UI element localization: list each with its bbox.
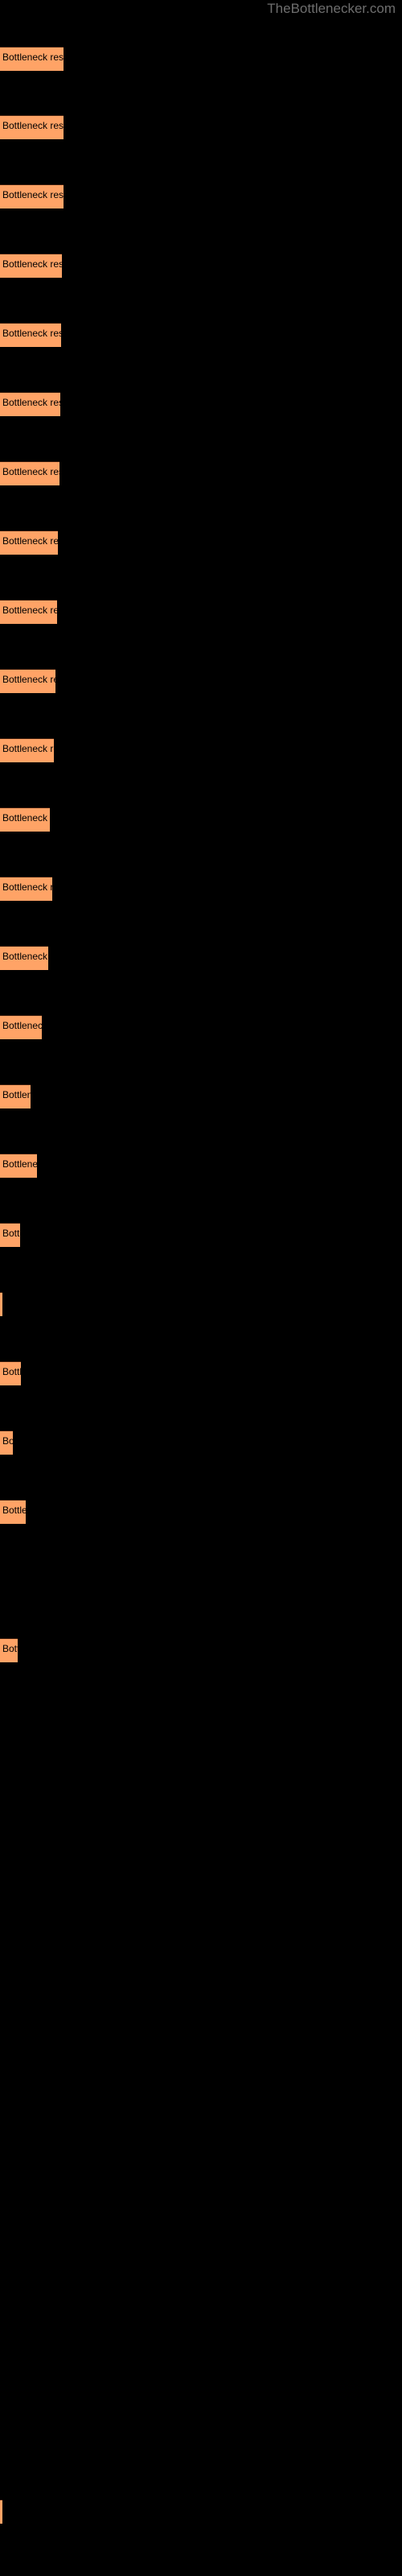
bar-label: Bottleneck result: [2, 674, 55, 685]
bar-24[interactable]: Bottleneck result: [0, 1638, 18, 1662]
bar-2[interactable]: Bottleneck result: [0, 115, 64, 139]
bar-label: Bottleneck result: [2, 951, 48, 962]
bar-13[interactable]: Bottleneck result: [0, 877, 52, 901]
bar-5[interactable]: Bottleneck result: [0, 323, 61, 347]
bar-19[interactable]: Bottleneck result: [0, 1292, 2, 1316]
bar-label: Bottleneck result: [2, 535, 58, 547]
bottleneck-bar-chart: Bottleneck result Bottleneck result Bottle…: [0, 0, 402, 2576]
bar-4[interactable]: Bottleneck result: [0, 254, 62, 278]
bar-label: Bottleneck result: [2, 1643, 18, 1654]
bar-12[interactable]: Bottleneck result: [0, 807, 50, 832]
bar-label: Bottleneck result: [2, 189, 64, 200]
bar-label: Bottleneck result: [2, 1158, 37, 1170]
bar-label: Bottleneck result: [2, 1228, 20, 1239]
bar-17[interactable]: Bottleneck result: [0, 1154, 37, 1178]
bar-label: Bottleneck result: [2, 1366, 21, 1377]
bar-14[interactable]: Bottleneck result: [0, 946, 48, 970]
bar-label: Bottleneck result: [2, 258, 62, 270]
bar-15[interactable]: Bottleneck result: [0, 1015, 42, 1039]
bar-7[interactable]: Bottleneck result: [0, 461, 59, 485]
bar-label: Bottleneck result: [2, 812, 50, 824]
bar-10[interactable]: Bottleneck result: [0, 669, 55, 693]
bar-20[interactable]: Bottleneck result: [0, 1361, 21, 1385]
bar-11[interactable]: Bottleneck result: [0, 738, 54, 762]
bar-21[interactable]: Bottleneck result: [0, 1430, 13, 1455]
bar-8[interactable]: Bottleneck result: [0, 530, 58, 555]
bar-1[interactable]: Bottleneck result: [0, 47, 64, 71]
bar-label: Bottleneck result: [2, 881, 52, 893]
bar-label: Bottleneck result: [2, 743, 54, 754]
bar-22[interactable]: Bottleneck result: [0, 1500, 26, 1524]
bar-label: Bottleneck result: [2, 328, 61, 339]
bar-6[interactable]: Bottleneck result: [0, 392, 60, 416]
bar-label: Bottleneck result: [2, 466, 59, 477]
bar-3[interactable]: Bottleneck result: [0, 184, 64, 208]
bar-label: Bottleneck result: [2, 1435, 13, 1447]
bar-16[interactable]: Bottleneck result: [0, 1084, 31, 1108]
bar-18[interactable]: Bottleneck result: [0, 1223, 20, 1247]
bar-25[interactable]: Bottleneck result: [0, 2500, 2, 2524]
bar-label: Bottleneck result: [2, 605, 57, 616]
bar-label: Bottleneck result: [2, 1089, 31, 1100]
bar-9[interactable]: Bottleneck result: [0, 600, 57, 624]
bar-label: Bottleneck result: [2, 397, 60, 408]
bar-label: Bottleneck result: [2, 120, 64, 131]
bar-label: Bottleneck result: [2, 52, 64, 63]
bar-label: Bottleneck result: [2, 1020, 42, 1031]
bar-label: Bottleneck result: [2, 1505, 26, 1516]
